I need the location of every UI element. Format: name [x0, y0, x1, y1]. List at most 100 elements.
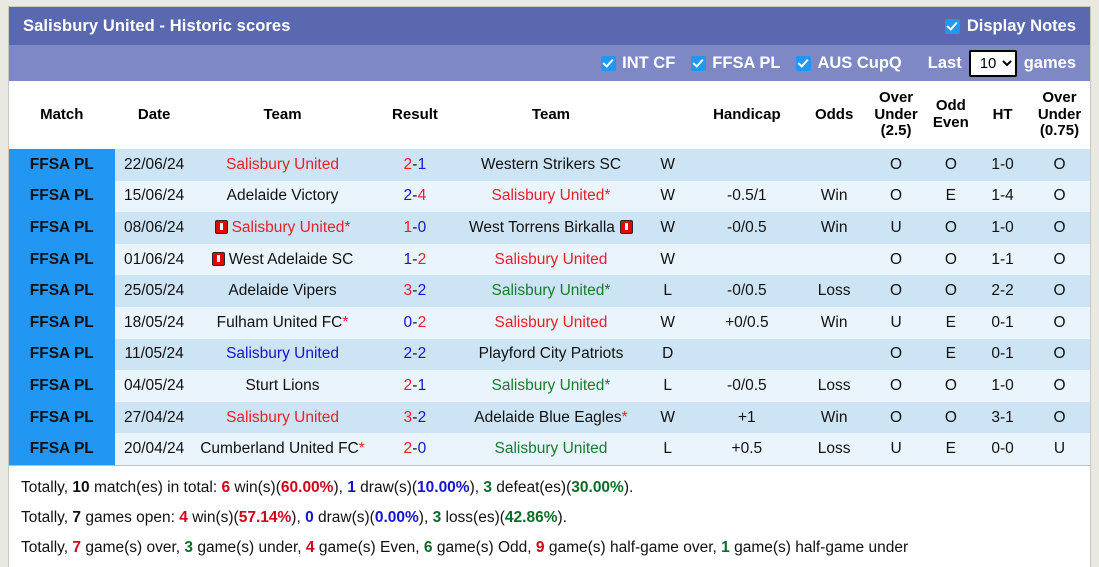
cell-away-team[interactable]: Salisbury United*	[458, 275, 644, 307]
table-row[interactable]: FFSA PL 11/05/24 Salisbury United 2-2 Playfo…	[9, 338, 1090, 371]
cell-outcome-letter: W	[643, 243, 693, 276]
cell-handicap: +0/0.5	[692, 306, 802, 339]
cell-away-team[interactable]: Playford City Patriots	[458, 338, 644, 371]
cell-league-badge[interactable]: FFSA PL	[9, 243, 115, 276]
red-card-icon	[214, 219, 228, 234]
table-row[interactable]: FFSA PL 25/05/24 Adelaide Vipers 3-2 Salisbu…	[9, 275, 1090, 307]
display-notes-checkbox[interactable]	[944, 18, 960, 34]
cell-away-team[interactable]: Salisbury United	[458, 243, 644, 276]
filter-aus-cupq[interactable]: AUS CupQ	[796, 54, 902, 73]
col-header-over-under-075[interactable]: Over Under (0.75)	[1028, 81, 1090, 149]
score-away: 2	[417, 250, 427, 268]
cell-away-team[interactable]: Adelaide Blue Eagles*	[458, 401, 644, 434]
col-header-odds[interactable]: Odds	[801, 81, 867, 149]
cell-handicap	[692, 243, 802, 276]
aus-cupq-checkbox[interactable]	[796, 55, 812, 71]
cell-home-team[interactable]: Adelaide Vipers	[193, 275, 372, 307]
cell-half-time-score: 1-0	[976, 149, 1029, 181]
cell-league-badge[interactable]: FFSA PL	[9, 180, 115, 213]
cell-result-score[interactable]: 3-2	[371, 401, 459, 434]
summary-line-open: Totally, 7 games open: 4 win(s)(57.14%),…	[21, 503, 1078, 533]
table-row[interactable]: FFSA PL 04/05/24 Sturt Lions 2-1 Salisbury U…	[9, 370, 1090, 402]
display-notes-group[interactable]: Display Notes	[944, 17, 1076, 36]
table-row[interactable]: FFSA PL 27/04/24 Salisbury United 3-2 Adelai…	[9, 401, 1090, 434]
games-count-select[interactable]: 510152030	[968, 49, 1017, 77]
cell-league-badge[interactable]: FFSA PL	[9, 370, 115, 402]
col-header-handicap[interactable]: Handicap	[692, 81, 802, 149]
col-header-match[interactable]: Match	[9, 81, 115, 149]
cell-home-team[interactable]: Cumberland United FC*	[193, 433, 372, 465]
col-header-result[interactable]: Result	[371, 81, 459, 149]
cell-home-team[interactable]: West Adelaide SC	[193, 243, 372, 276]
cell-away-team[interactable]: Western Strikers SC	[458, 149, 644, 181]
score-home: 2	[403, 187, 413, 205]
table-row[interactable]: FFSA PL 15/06/24 Adelaide Victory 2-4 Salisb…	[9, 180, 1090, 213]
cell-league-badge[interactable]: FFSA PL	[9, 275, 115, 307]
cell-league-badge[interactable]: FFSA PL	[9, 306, 115, 339]
ffsa-pl-checkbox[interactable]	[691, 55, 707, 71]
table-row[interactable]: FFSA PL 20/04/24 Cumberland United FC* 2-0 S…	[9, 433, 1090, 465]
cell-result-score[interactable]: 1-2	[371, 243, 459, 276]
col-header-ht[interactable]: HT	[976, 81, 1029, 149]
summary-value: 9	[535, 539, 545, 557]
ou25-line1: Over	[878, 88, 914, 106]
col-header-date[interactable]: Date	[114, 81, 194, 149]
cell-away-team[interactable]: Salisbury United	[458, 306, 644, 339]
cell-away-team[interactable]: Salisbury United	[458, 433, 644, 465]
score-home: 2	[403, 345, 413, 363]
cell-outcome-letter: W	[643, 149, 693, 181]
table-row[interactable]: FFSA PL 18/05/24 Fulham United FC* 0-2 Salis…	[9, 306, 1090, 339]
table-body: FFSA PL 22/06/24 Salisbury United 2-1 Wester…	[9, 149, 1090, 465]
cell-handicap: -0.5/1	[692, 180, 802, 213]
last-games-group: Last 510152030 games	[927, 49, 1076, 77]
cell-result-score[interactable]: 2-1	[371, 149, 459, 181]
cell-league-badge[interactable]: FFSA PL	[9, 433, 115, 465]
cell-league-badge[interactable]: FFSA PL	[9, 149, 115, 181]
score-away: 0	[417, 440, 427, 458]
cell-away-team[interactable]: Salisbury United*	[458, 370, 644, 402]
team-name: Salisbury United	[226, 155, 339, 173]
cell-away-team[interactable]: West Torrens Birkalla	[458, 212, 644, 244]
team-name: Salisbury United	[231, 218, 345, 236]
cell-home-team[interactable]: Salisbury United	[193, 338, 372, 371]
cell-league-badge[interactable]: FFSA PL	[9, 212, 115, 244]
filter-ffsa-pl[interactable]: FFSA PL	[691, 54, 780, 73]
cell-half-time-score: 1-0	[976, 212, 1029, 244]
cell-home-team[interactable]: Sturt Lions	[193, 370, 372, 402]
cell-result-score[interactable]: 2-0	[371, 433, 459, 465]
cell-half-time-score: 0-1	[976, 338, 1029, 371]
col-header-home-team[interactable]: Team	[193, 81, 372, 149]
last-label: Last	[927, 53, 962, 72]
cell-handicap: -0/0.5	[692, 370, 802, 402]
summary-section: Totally, 10 match(es) in total: 6 win(s)…	[9, 464, 1090, 567]
table-row[interactable]: FFSA PL 01/06/24 West Adelaide SC 1-2 Salisb…	[9, 243, 1090, 276]
filter-int-cf[interactable]: INT CF	[601, 54, 675, 73]
cell-league-badge[interactable]: FFSA PL	[9, 338, 115, 371]
cell-result-score[interactable]: 2-1	[371, 370, 459, 402]
cell-home-team[interactable]: Fulham United FC*	[193, 306, 372, 339]
col-header-away-team[interactable]: Team	[458, 81, 644, 149]
team-name: Fulham United FC	[216, 313, 343, 331]
cell-result-score[interactable]: 2-2	[371, 338, 459, 371]
cell-away-team[interactable]: Salisbury United*	[458, 180, 644, 213]
cell-home-team[interactable]: Salisbury United	[193, 149, 372, 181]
score-away: 1	[417, 376, 427, 394]
cell-handicap: -0/0.5	[692, 212, 802, 244]
cell-result-score[interactable]: 2-4	[371, 180, 459, 213]
cell-odd-even: O	[925, 275, 977, 307]
score-home: 2	[403, 376, 413, 394]
cell-home-team[interactable]: Adelaide Victory	[193, 180, 372, 213]
table-row[interactable]: FFSA PL 22/06/24 Salisbury United 2-1 Wester…	[9, 149, 1090, 181]
cell-result-score[interactable]: 1-0	[371, 212, 459, 244]
cell-result-score[interactable]: 3-2	[371, 275, 459, 307]
cell-result-score[interactable]: 0-2	[371, 306, 459, 339]
table-row[interactable]: FFSA PL 08/06/24 Salisbury United* 1-0 West …	[9, 212, 1090, 244]
red-card-icon	[211, 251, 225, 266]
col-header-over-under-25[interactable]: Over Under (2.5)	[866, 81, 926, 149]
cell-outcome-letter: L	[643, 433, 693, 465]
cell-league-badge[interactable]: FFSA PL	[9, 401, 115, 434]
cell-home-team[interactable]: Salisbury United*	[193, 212, 372, 244]
col-header-odd-even[interactable]: Odd Even	[925, 81, 977, 149]
int-cf-checkbox[interactable]	[601, 55, 617, 71]
cell-home-team[interactable]: Salisbury United	[193, 401, 372, 434]
